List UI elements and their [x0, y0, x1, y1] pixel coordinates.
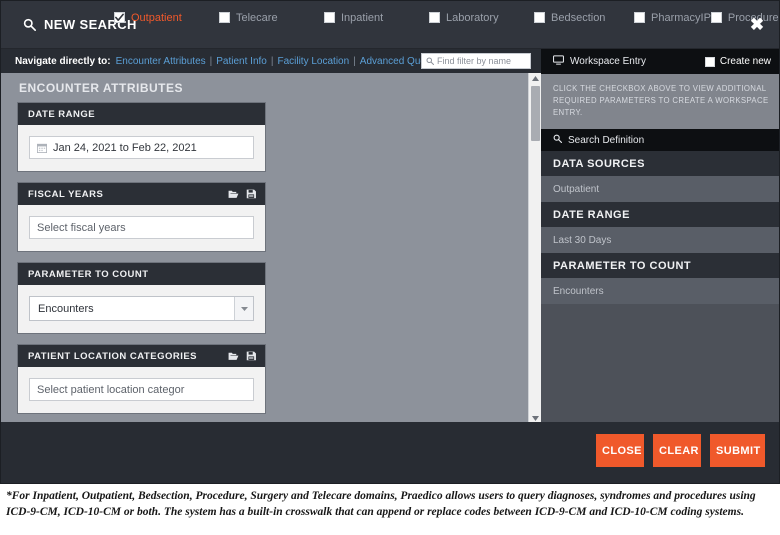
domain-checkbox-laboratory[interactable]: Laboratory [429, 10, 534, 25]
sidebar-group-value-date-range[interactable]: Last 30 Days [541, 227, 779, 253]
close-icon[interactable]: ✖ [747, 15, 767, 35]
panel-title: PARAMETER TO COUNT [28, 268, 149, 280]
new-search-modal: NEW SEARCH Outpatient Telecare Inpatient La… [0, 0, 780, 484]
domain-checkbox-grid: Outpatient Telecare Inpatient Laboratory Bed… [114, 10, 779, 25]
filter-panel-fiscal-years: FISCAL YEARS Select fiscal years [17, 182, 266, 252]
domain-checkbox-pharmacyip[interactable]: PharmacyIP [634, 10, 711, 25]
workspace-entry-hint: CLICK THE CHECKBOX ABOVE TO VIEW ADDITIO… [541, 74, 779, 129]
check-icon [115, 13, 124, 22]
input-date-range[interactable]: Jan 24, 2021 to Feb 22, 2021 [29, 136, 254, 159]
nav-link-facility-location[interactable]: Facility Location [277, 56, 349, 67]
panel-header: PARAMETER TO COUNT [18, 263, 265, 285]
find-filter-placeholder: Find filter by name [437, 56, 512, 66]
domain-checkbox-outpatient[interactable]: Outpatient [114, 10, 219, 25]
panel-body: Encounters [18, 285, 265, 333]
search-icon [23, 18, 36, 31]
nav-link-patient-info[interactable]: Patient Info [216, 56, 267, 67]
search-definition-label: Search Definition [568, 134, 645, 146]
domain-checkbox-bedsection[interactable]: Bedsection [534, 10, 634, 25]
search-icon [553, 134, 562, 146]
checkbox-box [534, 12, 545, 23]
modal-footer: CLOSE CLEAR SUBMIT [1, 422, 779, 483]
domain-label: Inpatient [341, 11, 384, 24]
select-value: Encounters [38, 302, 94, 315]
sidebar-group-header-data-sources: DATA SOURCES [541, 151, 779, 176]
search-definition-sidebar: Workspace Entry Create new CLICK THE CHE… [541, 49, 779, 424]
scroll-up-icon[interactable] [529, 73, 541, 84]
workspace-entry-label: Workspace Entry [570, 56, 646, 67]
domain-label: Laboratory [446, 11, 499, 24]
nav-separator: | [209, 55, 213, 67]
input-value: Jan 24, 2021 to Feb 22, 2021 [53, 141, 197, 154]
nav-separator: | [353, 55, 356, 67]
domain-checkbox-telecare[interactable]: Telecare [219, 10, 324, 25]
vertical-scrollbar[interactable] [528, 73, 542, 424]
checkbox-box [324, 12, 335, 23]
domain-label: PharmacyIP [651, 11, 711, 24]
panel-header-icons [228, 189, 257, 199]
filter-panel-date-range: DATE RANGE Jan 24, 2021 to Feb 22, 2021 [17, 102, 266, 172]
domain-checkbox-procedure[interactable]: Procedure [710, 10, 779, 25]
checkbox-box [219, 12, 230, 23]
panel-title: DATE RANGE [28, 108, 96, 120]
sidebar-group-header-parameter-to-count: PARAMETER TO COUNT [541, 253, 779, 278]
save-icon[interactable] [246, 351, 257, 361]
filters-scroll-area: ENCOUNTER ATTRIBUTES DATE RANGE Jan 24, 2… [1, 73, 541, 424]
screenshot-root: NEW SEARCH Outpatient Telecare Inpatient La… [0, 0, 780, 535]
filter-panel-parameter-to-count: PARAMETER TO COUNT Encounters [17, 262, 266, 334]
chevron-down-icon[interactable] [234, 297, 253, 320]
scrollbar-thumb[interactable] [531, 86, 540, 141]
navigate-label: Navigate directly to: [15, 55, 111, 67]
monitor-icon [553, 55, 564, 68]
checkbox-box [429, 12, 440, 23]
panel-header: PATIENT LOCATION CATEGORIES [18, 345, 265, 367]
search-icon [426, 52, 434, 70]
folder-open-icon[interactable] [228, 189, 239, 199]
panel-header: DATE RANGE [18, 103, 265, 125]
checkbox-box [704, 56, 715, 67]
domain-label: Outpatient [131, 11, 182, 24]
clear-button[interactable]: CLEAR [653, 434, 701, 467]
figure-caption: *For Inpatient, Outpatient, Bedsection, … [6, 490, 756, 518]
folder-open-icon[interactable] [228, 351, 239, 361]
panel-body: Jan 24, 2021 to Feb 22, 2021 [18, 125, 265, 171]
checkbox-box [710, 12, 722, 23]
domain-checkbox-inpatient[interactable]: Inpatient [324, 10, 429, 25]
close-button[interactable]: CLOSE [596, 434, 644, 467]
calendar-icon [37, 143, 47, 153]
filter-panel-patient-location-categories: PATIENT LOCATION CATEGORIES Select patien… [17, 344, 266, 414]
sidebar-group-value-parameter-to-count[interactable]: Encounters [541, 278, 779, 304]
save-icon[interactable] [246, 189, 257, 199]
panel-body: Select patient location categor [18, 367, 265, 413]
domain-label: Telecare [236, 11, 278, 24]
panel-title: PATIENT LOCATION CATEGORIES [28, 350, 198, 362]
section-title-encounter-attributes: ENCOUNTER ATTRIBUTES [19, 81, 183, 95]
input-placeholder: Select patient location categor [37, 383, 185, 396]
find-filter-input[interactable]: Find filter by name [421, 53, 531, 69]
input-placeholder: Select fiscal years [37, 221, 126, 234]
domain-label: Bedsection [551, 11, 606, 24]
checkbox-box [634, 12, 645, 23]
panel-header-icons [228, 351, 257, 361]
footer-button-group: CLOSE CLEAR SUBMIT [596, 434, 765, 467]
filter-panel-grid: DATE RANGE Jan 24, 2021 to Feb 22, 2021 FI… [1, 102, 541, 424]
modal-topbar: NEW SEARCH Outpatient Telecare Inpatient La… [1, 1, 779, 49]
panel-title: FISCAL YEARS [28, 188, 104, 200]
select-parameter-to-count[interactable]: Encounters [29, 296, 254, 321]
submit-button[interactable]: SUBMIT [710, 434, 765, 467]
nav-separator: | [270, 55, 274, 67]
workspace-entry-header: Workspace Entry Create new [541, 49, 779, 74]
input-fiscal-years[interactable]: Select fiscal years [29, 216, 254, 239]
create-new-checkbox[interactable]: Create new [704, 56, 771, 67]
nav-link-encounter-attributes[interactable]: Encounter Attributes [116, 56, 206, 67]
search-definition-groups: DATA SOURCES Outpatient DATE RANGE Last 30 … [541, 151, 779, 304]
input-patient-location-categories[interactable]: Select patient location categor [29, 378, 254, 401]
search-definition-header: Search Definition [541, 129, 779, 151]
sidebar-group-value-data-sources[interactable]: Outpatient [541, 176, 779, 202]
panel-header: FISCAL YEARS [18, 183, 265, 205]
checkbox-box [114, 12, 125, 23]
create-new-label: Create new [719, 56, 771, 67]
sidebar-group-header-date-range: DATE RANGE [541, 202, 779, 227]
panel-body: Select fiscal years [18, 205, 265, 251]
